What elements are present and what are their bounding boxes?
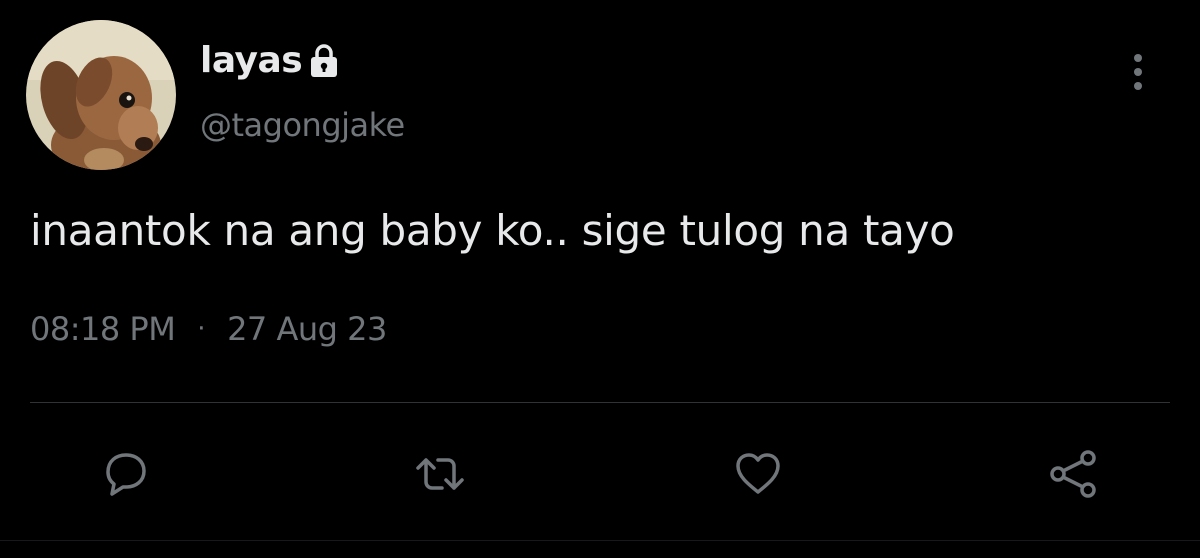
reply-button[interactable] [98, 446, 154, 502]
more-options-button[interactable] [1118, 50, 1158, 94]
tweet-text: inaantok na ang baby ko.. sige tulog na … [30, 206, 955, 255]
more-vertical-icon [1134, 54, 1142, 90]
meta-separator: · [197, 314, 206, 344]
retweet-button[interactable] [412, 446, 468, 502]
lock-icon [310, 43, 338, 78]
display-name-text: layas [200, 40, 303, 81]
divider [30, 402, 1170, 403]
share-icon [1050, 450, 1096, 498]
like-button[interactable] [730, 446, 786, 502]
bottom-divider [0, 540, 1200, 541]
reply-icon [106, 453, 146, 496]
tweet-timestamp: 08:18 PM · 27 Aug 23 [30, 310, 387, 348]
tweet-time[interactable]: 08:18 PM [30, 310, 176, 348]
dog-avatar-icon [26, 20, 176, 170]
display-name[interactable]: layas [200, 40, 338, 81]
user-handle[interactable]: @tagongjake [200, 106, 405, 144]
tweet-card: layas @tagongjake inaantok na ang baby k… [0, 0, 1200, 558]
retweet-icon [416, 458, 464, 490]
tweet-date[interactable]: 27 Aug 23 [227, 310, 387, 348]
avatar[interactable] [26, 20, 176, 170]
share-button[interactable] [1046, 446, 1102, 502]
heart-icon [736, 453, 780, 494]
